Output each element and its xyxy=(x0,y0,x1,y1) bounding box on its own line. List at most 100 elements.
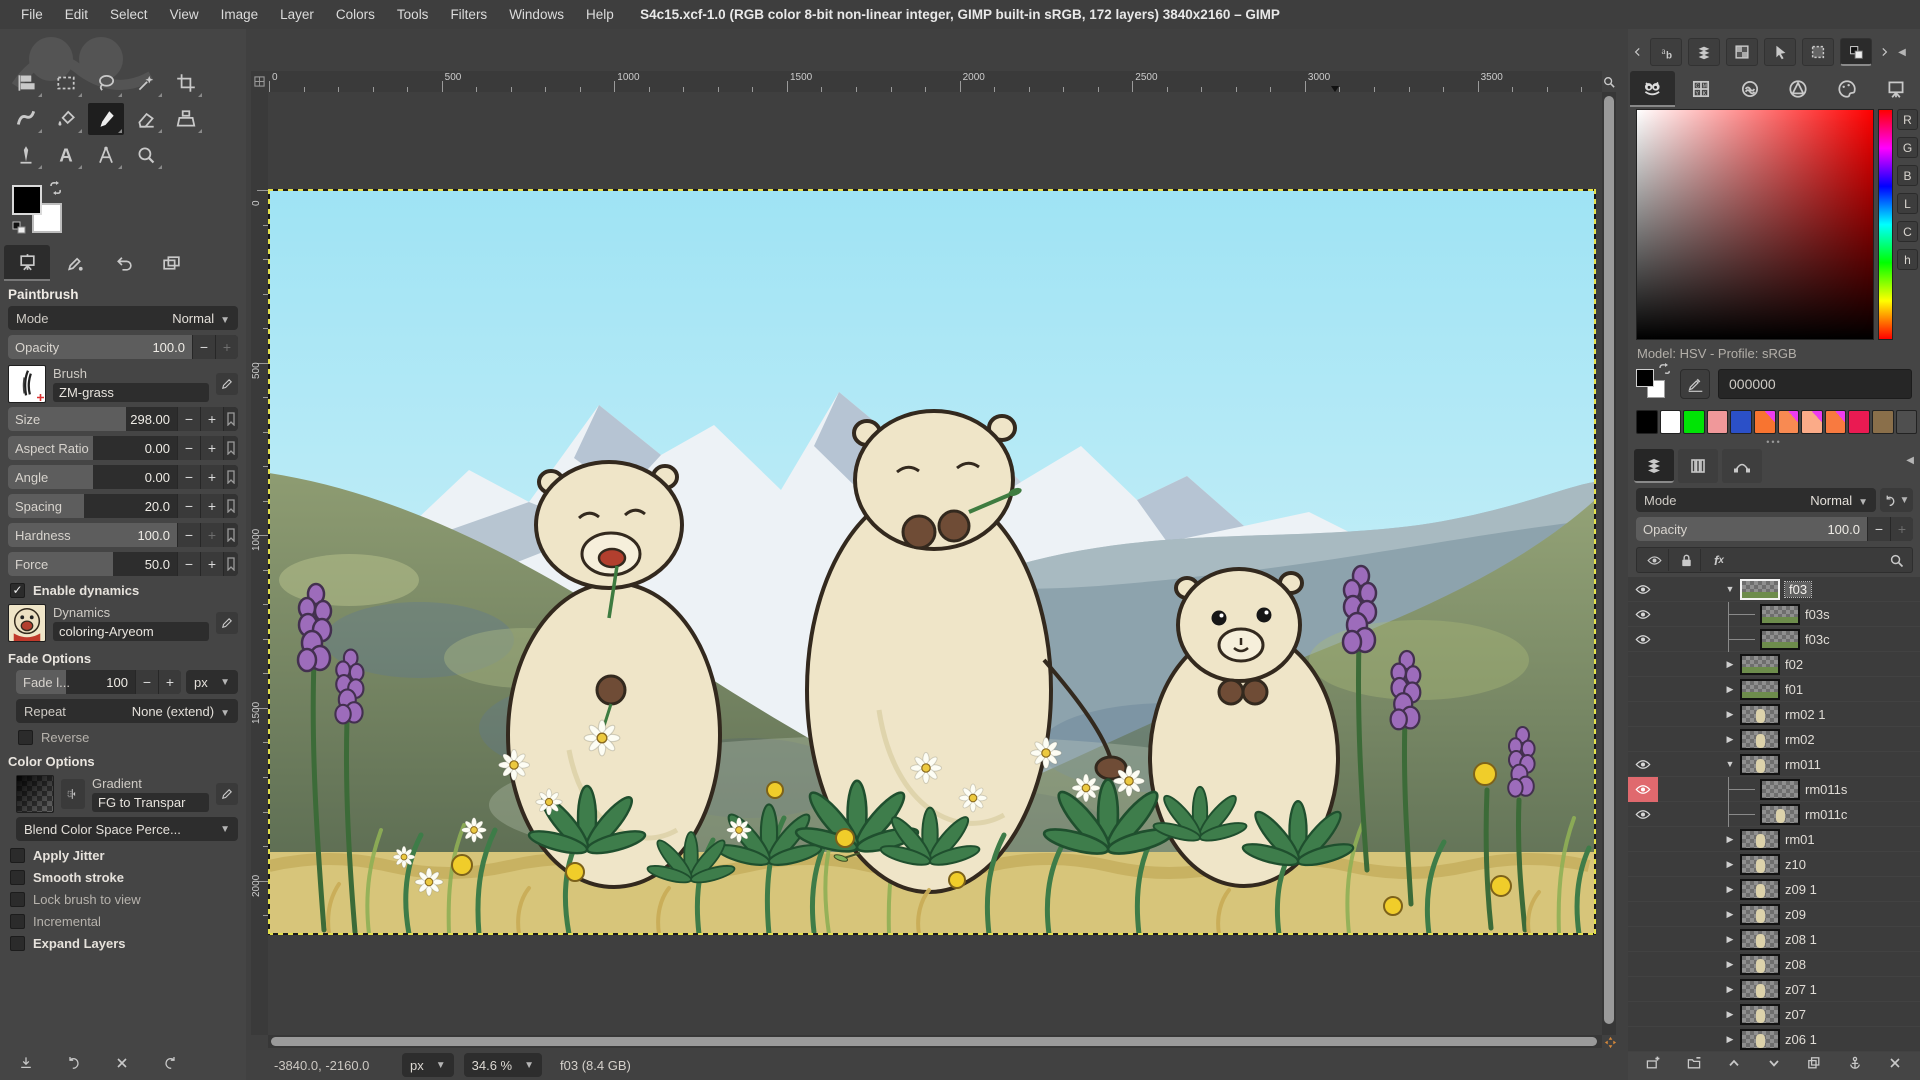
delete-layer-button[interactable] xyxy=(1880,1051,1910,1075)
layer-name[interactable]: rm02 1 xyxy=(1785,707,1825,722)
colors-dock-button[interactable] xyxy=(1840,38,1872,66)
layer-name[interactable]: f03 xyxy=(1785,582,1811,597)
link-to-default-icon[interactable] xyxy=(223,407,238,431)
decrease-button[interactable]: − xyxy=(177,523,200,547)
menu-help[interactable]: Help xyxy=(575,0,625,29)
channel-button-L[interactable]: L xyxy=(1897,193,1918,214)
link-to-default-icon[interactable] xyxy=(223,436,238,460)
checkbox-unchecked[interactable] xyxy=(10,870,25,885)
layer-opacity-increase[interactable]: + xyxy=(1890,517,1913,541)
warp-transform-tool[interactable] xyxy=(8,103,44,135)
clone-tool[interactable] xyxy=(168,103,204,135)
collapse-group-icon[interactable]: ▼ xyxy=(1724,584,1736,594)
menu-tools[interactable]: Tools xyxy=(386,0,440,29)
color-picker-button[interactable] xyxy=(1680,369,1710,399)
expand-group-icon[interactable]: ▶ xyxy=(1724,709,1736,720)
increase-button[interactable]: + xyxy=(200,552,223,576)
history-swatch-3[interactable] xyxy=(1707,410,1729,434)
menu-select[interactable]: Select xyxy=(99,0,159,29)
layer-thumbnail[interactable] xyxy=(1740,979,1780,1000)
layer-row-z08-1[interactable]: ▶z08 1 xyxy=(1628,927,1920,952)
layer-visibility-toggle[interactable] xyxy=(1628,977,1658,1002)
saturation-value-square[interactable] xyxy=(1636,109,1874,340)
layer-thumbnail[interactable] xyxy=(1740,579,1780,600)
duplicate-layer-button[interactable] xyxy=(1799,1051,1829,1075)
paint-mode-dropdown[interactable]: Mode Normal▼ xyxy=(8,306,238,330)
expand-group-icon[interactable]: ▶ xyxy=(1724,659,1736,670)
free-select-tool[interactable] xyxy=(88,67,124,99)
tab-undo-history[interactable] xyxy=(100,245,146,281)
expand-group-icon[interactable]: ▶ xyxy=(1724,1034,1736,1045)
layer-thumbnail[interactable] xyxy=(1740,904,1780,925)
spacing-slider[interactable]: Spacing20.0 − + xyxy=(8,494,238,518)
color-tab-wheel[interactable] xyxy=(1776,71,1821,107)
more-swatches[interactable]: ••• xyxy=(1628,437,1920,447)
link-to-default-icon[interactable] xyxy=(223,494,238,518)
layer-row-z09[interactable]: ▶z09 xyxy=(1628,902,1920,927)
expand-group-icon[interactable]: ▶ xyxy=(1724,734,1736,745)
text-tool[interactable]: A xyxy=(48,139,84,171)
decrease-button[interactable]: − xyxy=(177,436,200,460)
dock-collapse-icon[interactable]: ◀ xyxy=(1896,38,1908,66)
ink-tool[interactable] xyxy=(8,139,44,171)
horizontal-scrollbar-thumb[interactable] xyxy=(271,1037,1597,1046)
bucket-fill-tool[interactable] xyxy=(48,103,84,135)
layer-row-rm01[interactable]: ▶rm01 xyxy=(1628,827,1920,852)
navigation-button[interactable] xyxy=(1602,1035,1618,1049)
layer-name[interactable]: z07 1 xyxy=(1785,982,1817,997)
layer-visibility-toggle[interactable] xyxy=(1628,852,1658,877)
aspect-ratio-slider[interactable]: Aspect Ratio0.00 − + xyxy=(8,436,238,460)
layer-thumbnail[interactable] xyxy=(1740,854,1780,875)
layer-name[interactable]: z07 xyxy=(1785,1007,1806,1022)
layer-name[interactable]: rm01 xyxy=(1785,832,1815,847)
brush-selector[interactable]: Brush ZM-grass xyxy=(8,365,238,403)
layer-visibility-toggle[interactable] xyxy=(1628,827,1658,852)
layer-row-z07-1[interactable]: ▶z07 1 xyxy=(1628,977,1920,1002)
expand-group-icon[interactable]: ▶ xyxy=(1724,684,1736,695)
tab-tool-options[interactable] xyxy=(4,245,50,281)
opacity-increase-button[interactable]: + xyxy=(215,335,238,359)
layer-visibility-toggle[interactable] xyxy=(1628,802,1658,827)
increase-button[interactable]: + xyxy=(200,523,223,547)
layer-visibility-toggle[interactable] xyxy=(1628,577,1658,602)
layer-row-z09-1[interactable]: ▶z09 1 xyxy=(1628,877,1920,902)
layer-name[interactable]: f03c xyxy=(1805,632,1830,647)
layer-thumbnail[interactable] xyxy=(1760,604,1800,625)
selection-editor-dock-button[interactable] xyxy=(1802,38,1834,66)
layer-visibility-toggle[interactable] xyxy=(1628,877,1658,902)
history-swatch-9[interactable] xyxy=(1848,410,1870,434)
color-tab-cmyk[interactable]: CMYK xyxy=(1679,71,1724,107)
expand-layers-checkbox[interactable]: Expand Layers xyxy=(10,936,238,951)
layer-row-f03s[interactable]: f03s xyxy=(1628,602,1920,627)
rectangle-select-tool[interactable] xyxy=(48,67,84,99)
layer-opacity-slider[interactable]: Opacity100.0 − + xyxy=(1636,517,1913,541)
expand-group-icon[interactable]: ▶ xyxy=(1724,934,1736,945)
history-swatch-1[interactable] xyxy=(1660,410,1682,434)
measure-tool[interactable] xyxy=(88,139,124,171)
layer-name[interactable]: rm011c xyxy=(1805,807,1847,822)
color-tab-watercolor[interactable] xyxy=(1727,71,1772,107)
foreground-color-swatch[interactable] xyxy=(12,185,42,215)
hue-strip[interactable] xyxy=(1878,109,1893,340)
expand-group-icon[interactable]: ▶ xyxy=(1724,909,1736,920)
scroll-left-icon[interactable] xyxy=(1632,38,1644,66)
tab-paths[interactable] xyxy=(1722,449,1762,483)
layer-mode-dropdown[interactable]: Mode Normal▼ xyxy=(1636,488,1876,512)
vertical-scrollbar[interactable] xyxy=(1602,92,1616,1035)
fg-bg-mini-widget[interactable] xyxy=(1636,367,1676,403)
layer-thumbnail[interactable] xyxy=(1740,679,1780,700)
angle-slider[interactable]: Angle0.00 − + xyxy=(8,465,238,489)
brushes-dock-button[interactable] xyxy=(1688,38,1720,66)
decrease-button[interactable]: − xyxy=(177,494,200,518)
gradient-selector[interactable]: Gradient FG to Transpar xyxy=(16,775,238,813)
increase-button[interactable]: + xyxy=(200,436,223,460)
canvas-artwork[interactable] xyxy=(269,190,1595,934)
layer-thumbnail[interactable] xyxy=(1740,1004,1780,1025)
decrease-button[interactable]: − xyxy=(177,465,200,489)
history-swatch-8[interactable] xyxy=(1825,410,1847,434)
layer-thumbnail[interactable] xyxy=(1740,654,1780,675)
layer-thumbnail[interactable] xyxy=(1740,754,1780,775)
layer-row-z10[interactable]: ▶z10 xyxy=(1628,852,1920,877)
layer-visibility-toggle[interactable] xyxy=(1628,952,1658,977)
history-swatch-5[interactable] xyxy=(1754,410,1776,434)
